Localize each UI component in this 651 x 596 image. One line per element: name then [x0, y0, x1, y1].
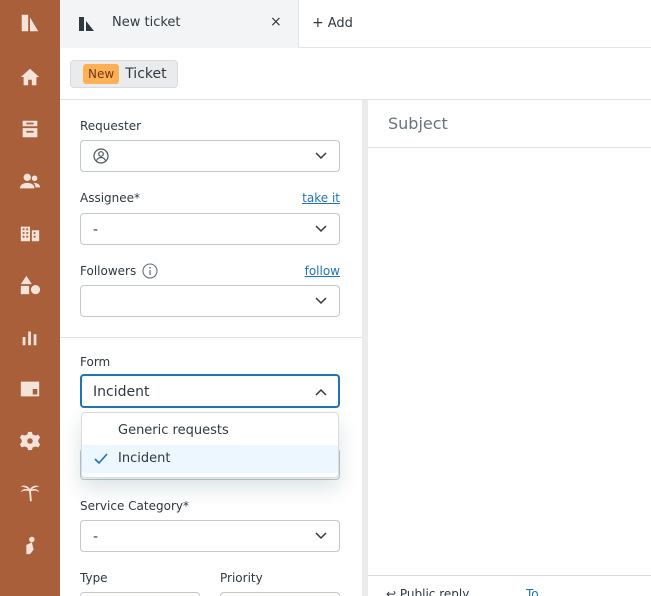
app: New ticket × + Add New Ticket Requester A…: [0, 0, 651, 596]
form-select[interactable]: Incident: [80, 374, 340, 408]
close-tab-button[interactable]: ×: [270, 14, 282, 30]
views-icon[interactable]: [18, 117, 42, 141]
assignee-value: -: [93, 222, 99, 238]
customers-icon[interactable]: [18, 169, 42, 193]
option-incident[interactable]: Incident: [82, 445, 338, 473]
service-category-select[interactable]: -: [80, 520, 340, 552]
ticket-status-breadcrumb[interactable]: New Ticket: [70, 60, 178, 88]
type-select[interactable]: [80, 592, 200, 596]
reply-mode-selector[interactable]: ↩ Public reply: [386, 587, 469, 596]
add-tab-label: Add: [327, 16, 353, 31]
palm-tree-icon[interactable]: [18, 481, 42, 505]
breadcrumb-label: Ticket: [125, 66, 167, 82]
type-label: Type: [80, 571, 108, 585]
assignee-label: Assignee*: [80, 191, 141, 205]
chevron-down-icon: [315, 532, 327, 540]
section-divider: [60, 337, 362, 338]
chevron-up-icon: [315, 388, 327, 396]
follow-link[interactable]: follow: [305, 264, 340, 278]
add-tab-button[interactable]: + Add: [312, 15, 353, 31]
status-badge: New: [83, 64, 120, 84]
form-dropdown-menu: Generic requests Incident: [81, 412, 339, 478]
chevron-down-icon: [315, 297, 327, 305]
checkmark-icon: [94, 453, 108, 465]
ticket-conversation: Subject ↩ Public reply To: [368, 100, 651, 596]
take-it-link[interactable]: take it: [302, 191, 340, 205]
subject-placeholder: Subject: [388, 114, 448, 133]
ticket-header: New Ticket: [60, 49, 651, 100]
chevron-down-icon: [315, 225, 327, 233]
tab-bar: New ticket × + Add: [60, 0, 651, 48]
ticket-properties-panel: Requester Assignee* take it - Followers …: [60, 100, 362, 596]
home-icon[interactable]: [18, 65, 42, 89]
chevron-down-icon: [315, 152, 327, 160]
assignee-select[interactable]: -: [80, 213, 340, 245]
admin-gear-icon[interactable]: [18, 429, 42, 453]
requester-select[interactable]: [80, 140, 340, 172]
objects-icon[interactable]: [18, 273, 42, 297]
service-category-label: Service Category*: [80, 499, 189, 513]
subject-field[interactable]: Subject: [368, 100, 651, 148]
option-generic-requests[interactable]: Generic requests: [82, 417, 338, 445]
form-label: Form: [80, 355, 111, 369]
reply-toolbar: ↩ Public reply To: [368, 575, 651, 596]
reply-mode-label: Public reply: [399, 587, 470, 596]
nav-rail: [0, 0, 60, 596]
tab-new-ticket[interactable]: New ticket ×: [60, 0, 299, 48]
service-category-value: -: [93, 529, 99, 545]
tab-title: New ticket: [112, 15, 181, 30]
plus-icon: +: [312, 15, 324, 31]
reporting-icon[interactable]: [18, 325, 42, 349]
followers-select[interactable]: [80, 285, 340, 317]
sandbox-icon[interactable]: [18, 533, 42, 557]
priority-label: Priority: [220, 571, 263, 585]
info-icon[interactable]: [142, 263, 158, 279]
ticket-logo-icon: [79, 17, 94, 31]
requester-label: Requester: [80, 119, 142, 133]
reply-to-link[interactable]: To: [526, 587, 539, 596]
option-label: Generic requests: [118, 423, 229, 438]
user-avatar-icon: [93, 148, 109, 164]
workspace-icon[interactable]: [18, 377, 42, 401]
zendesk-logo-icon[interactable]: [18, 11, 42, 35]
option-label: Incident: [118, 451, 171, 466]
priority-select[interactable]: [220, 592, 340, 596]
form-value: Incident: [93, 384, 150, 400]
organizations-icon[interactable]: [18, 221, 42, 245]
followers-label: Followers: [80, 264, 137, 278]
